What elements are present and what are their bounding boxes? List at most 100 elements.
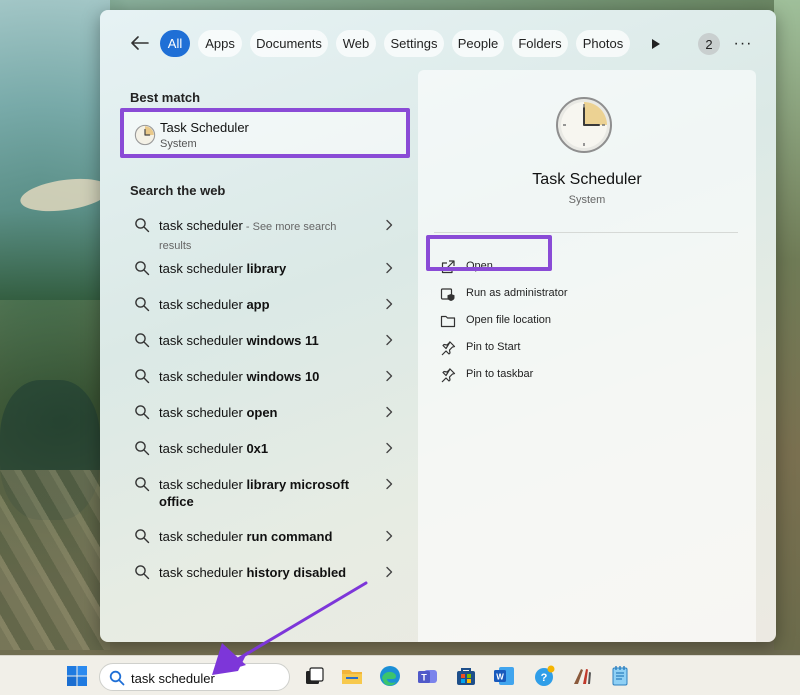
task-scheduler-app-icon: [556, 97, 612, 153]
more-options-button[interactable]: ···: [732, 34, 754, 54]
search-icon: [135, 565, 150, 580]
suggestion-query: task scheduler: [159, 369, 247, 384]
suggestion-completion: open: [246, 405, 278, 420]
suggestion-query: task scheduler: [159, 441, 247, 456]
action-open-file-location[interactable]: Open file location: [434, 308, 724, 334]
search-icon: [109, 670, 125, 686]
suggestion-completion: run command: [246, 529, 333, 544]
chevron-right-icon: [386, 370, 393, 382]
suggestion-completion: 0x1: [246, 441, 269, 456]
chevron-right-icon: [386, 334, 393, 346]
suggestion-query: task scheduler: [159, 297, 247, 312]
filter-documents[interactable]: Documents: [250, 30, 328, 57]
filter-folders[interactable]: Folders: [512, 30, 568, 57]
edge-icon[interactable]: [378, 664, 402, 688]
web-search-suggestion[interactable]: task scheduler library microsoft office: [120, 467, 410, 513]
search-icon: [135, 297, 150, 312]
action-run-as-admin[interactable]: Run as administrator: [434, 281, 724, 307]
folder-icon: [440, 315, 456, 328]
web-search-suggestion[interactable]: task scheduler history disabled: [120, 555, 410, 589]
web-search-suggestion-label: task scheduler app: [159, 296, 369, 313]
web-search-suggestion-label: task scheduler - See more search results: [159, 217, 369, 255]
word-icon[interactable]: W: [492, 664, 516, 688]
filter-all[interactable]: All: [160, 30, 190, 57]
back-button[interactable]: [128, 32, 152, 54]
tips-icon[interactable]: ?: [532, 664, 556, 688]
web-search-suggestion-label: task scheduler 0x1: [159, 440, 369, 457]
shield-admin-icon: [440, 288, 455, 301]
filter-people[interactable]: People: [452, 30, 504, 57]
chevron-right-icon: [386, 478, 393, 490]
action-pin-to-start-label: Pin to Start: [466, 341, 521, 353]
arrow-left-icon: [131, 36, 149, 50]
best-match-result[interactable]: Task Scheduler System: [120, 108, 410, 158]
wallpaper-sea: [0, 0, 110, 300]
more-filters-button[interactable]: [644, 34, 668, 54]
suggestion-query: task scheduler: [159, 405, 247, 420]
start-search-panel: All Apps Documents Web Settings People F…: [100, 10, 776, 642]
search-icon: [135, 218, 150, 233]
results-column: Best match Task Scheduler System Search …: [100, 76, 418, 642]
search-icon: [135, 477, 150, 492]
clock-icon: [134, 124, 156, 146]
web-search-suggestion[interactable]: task scheduler run command: [120, 519, 410, 553]
web-search-suggestion[interactable]: task scheduler windows 10: [120, 359, 410, 393]
rewards-count-badge[interactable]: 2: [698, 33, 720, 55]
store-icon[interactable]: [454, 664, 478, 688]
taskbar-search-box[interactable]: task scheduler: [99, 663, 290, 691]
suggestion-query: task scheduler: [159, 477, 247, 492]
notepad-icon[interactable]: [608, 664, 632, 688]
filter-photos[interactable]: Photos: [576, 30, 630, 57]
pin-icon: [441, 341, 456, 356]
search-icon: [135, 261, 150, 276]
filter-web[interactable]: Web: [336, 30, 376, 57]
web-search-suggestion[interactable]: task scheduler windows 11: [120, 323, 410, 357]
suggestion-completion: app: [246, 297, 270, 312]
search-icon: [135, 441, 150, 456]
action-pin-to-taskbar[interactable]: Pin to taskbar: [434, 362, 724, 388]
search-icon: [135, 333, 150, 348]
svg-text:W: W: [496, 673, 504, 682]
action-open-label: Open: [466, 260, 493, 272]
web-search-suggestion-label: task scheduler open: [159, 404, 369, 421]
taskbar: task scheduler T W ?: [0, 655, 800, 695]
teams-icon[interactable]: T: [416, 664, 440, 688]
taskbar-search-text: task scheduler: [131, 671, 215, 686]
chevron-right-icon: [386, 530, 393, 542]
web-search-suggestion[interactable]: task scheduler app: [120, 287, 410, 321]
web-search-suggestion-label: task scheduler library: [159, 260, 369, 277]
suggestion-query: task scheduler: [159, 529, 247, 544]
chevron-right-icon: [386, 442, 393, 454]
filter-apps[interactable]: Apps: [198, 30, 242, 57]
suggestion-query: task scheduler: [159, 261, 247, 276]
web-search-suggestion[interactable]: task scheduler library: [120, 251, 410, 285]
chevron-right-icon: [386, 406, 393, 418]
detail-title: Task Scheduler: [532, 171, 642, 188]
filter-bar: All Apps Documents Web Settings People F…: [100, 10, 776, 76]
web-search-suggestion[interactable]: task scheduler 0x1: [120, 431, 410, 465]
detail-subtitle: System: [568, 194, 606, 206]
web-search-suggestion-label: task scheduler windows 11: [159, 332, 369, 349]
search-web-heading: Search the web: [130, 183, 226, 198]
wallpaper-right-edge: [774, 0, 800, 650]
web-search-suggestion[interactable]: task scheduler - See more search results: [120, 208, 410, 252]
web-search-suggestion[interactable]: task scheduler open: [120, 395, 410, 429]
action-pin-to-start[interactable]: Pin to Start: [434, 335, 724, 361]
file-explorer-icon[interactable]: [340, 664, 364, 688]
action-run-as-admin-label: Run as administrator: [466, 287, 568, 299]
paint-icon[interactable]: [570, 664, 594, 688]
suggestion-query: task scheduler: [159, 565, 247, 580]
filter-settings[interactable]: Settings: [384, 30, 444, 57]
chevron-right-icon: [386, 262, 393, 274]
action-open[interactable]: Open: [434, 254, 724, 280]
pin-icon: [441, 368, 456, 383]
suggestion-completion: windows 10: [246, 369, 320, 384]
web-search-suggestion-label: task scheduler library microsoft office: [159, 476, 369, 510]
detail-pane: Task Scheduler System Open Run as admini…: [418, 70, 756, 642]
suggestion-query: task scheduler: [159, 333, 247, 348]
search-icon: [135, 529, 150, 544]
task-view-icon[interactable]: [302, 664, 326, 688]
best-match-subtitle: System: [160, 138, 197, 150]
windows-start-icon[interactable]: [66, 665, 88, 687]
svg-text:?: ?: [541, 672, 548, 684]
